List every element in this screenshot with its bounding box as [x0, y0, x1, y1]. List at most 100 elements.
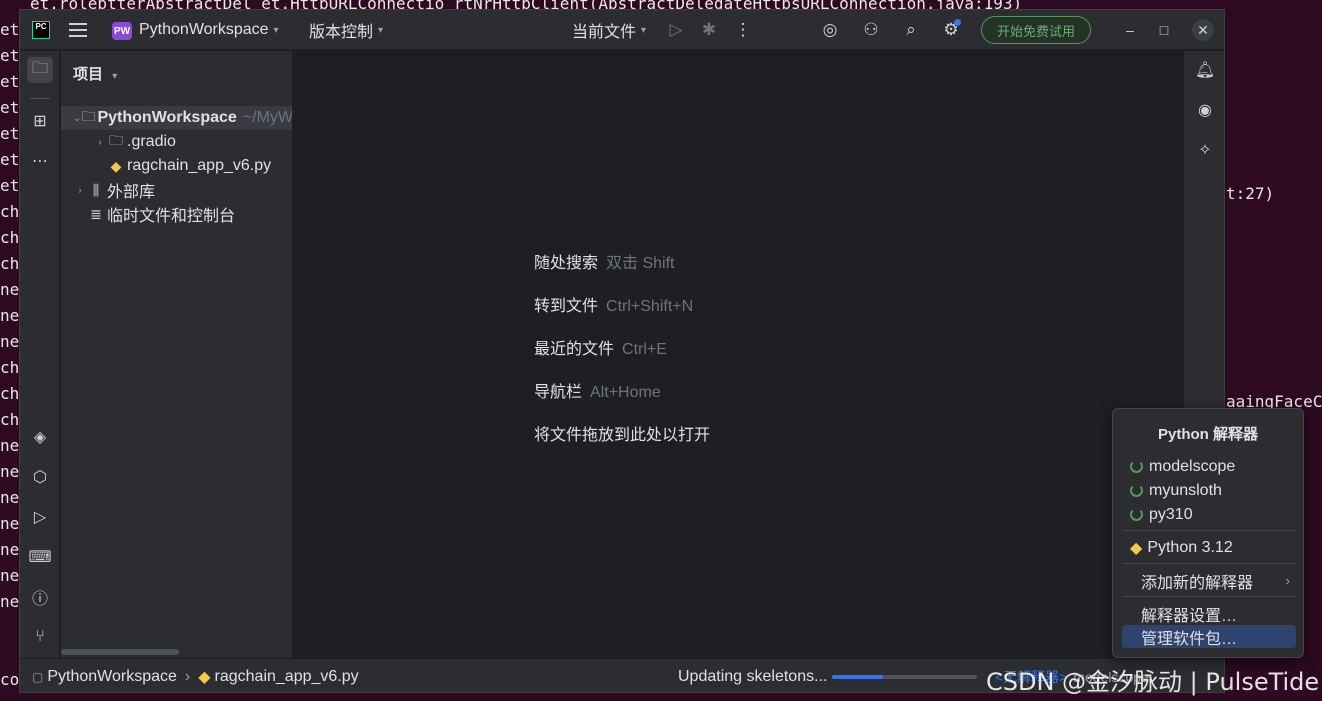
main-menu-button[interactable]	[68, 10, 88, 50]
tree-label: ragchain_app_v6.py	[127, 157, 272, 174]
env-item-myunsloth[interactable]: myunsloth	[1122, 479, 1296, 502]
hint-label: 转到文件	[534, 298, 599, 315]
ai-assistant-icon[interactable]: ◎	[818, 10, 842, 50]
tree-path-hint: ~/MyW	[242, 109, 293, 126]
python-packages-icon[interactable]: ◈	[27, 424, 53, 450]
search-icon[interactable]: ⌕	[899, 10, 923, 50]
settings-gear-icon[interactable]: ⚙	[939, 10, 963, 50]
tree-row-gradio[interactable]: › 🗀 .gradio	[61, 130, 176, 154]
ide-window: PC PW PythonWorkspace ▾ 版本控制 ▾ 当前文件 ▾ ▷ …	[19, 9, 1225, 693]
menu-bar-icon	[69, 23, 87, 25]
more-tools-icon[interactable]: ⋯	[27, 148, 53, 174]
project-tool-window: 项目 ▾ ⌄ 🗀 PythonWorkspace ~/MyW › 🗀 .grad…	[61, 51, 293, 658]
terminal-line: et	[0, 46, 20, 65]
strip-divider	[30, 98, 50, 99]
project-folder-icon[interactable]: 🗀	[27, 57, 53, 83]
folder-icon: 🗀	[109, 132, 123, 148]
python-file-icon: ◆	[198, 669, 211, 686]
maximize-button[interactable]: □	[1153, 19, 1175, 41]
chevron-down-icon: ▾	[378, 24, 384, 36]
project-selector[interactable]: PythonWorkspace ▾	[139, 10, 279, 50]
horizontal-scrollbar[interactable]	[61, 649, 179, 655]
structure-icon[interactable]: ⊞	[27, 108, 53, 134]
python-console-icon[interactable]: ⬡	[27, 464, 53, 490]
problems-icon[interactable]: ⓘ	[27, 584, 53, 610]
debug-icon[interactable]: ✱	[697, 10, 721, 50]
breadcrumb-file[interactable]: ragchain_app_v6.py	[215, 668, 359, 686]
terminal-right-line: t:27)	[1226, 184, 1275, 203]
popup-title: Python 解释器	[1158, 426, 1258, 443]
menu-label: 解释器设置…	[1141, 607, 1238, 625]
plugin-icon[interactable]: ✧	[1192, 137, 1218, 163]
hint-goto-file: 转到文件 Ctrl+Shift+N	[534, 292, 693, 316]
hint-drop-files: 将文件拖放到此处以打开	[534, 421, 710, 445]
terminal-icon[interactable]: ⌨	[27, 544, 53, 570]
more-actions-icon[interactable]: ⋮	[731, 10, 755, 50]
title-bar: PC PW PythonWorkspace ▾ 版本控制 ▾ 当前文件 ▾ ▷ …	[20, 10, 1224, 50]
vcs-label: 版本控制	[309, 24, 374, 41]
run-config-selector[interactable]: 当前文件 ▾	[572, 10, 646, 50]
terminal-line: et	[0, 72, 20, 91]
tree-label: 外部库	[107, 184, 156, 201]
chevron-down-icon: ▾	[273, 24, 279, 36]
project-badge[interactable]: PW	[112, 22, 132, 40]
chevron-collapsed-icon[interactable]: ›	[73, 185, 87, 196]
add-new-interpreter-item[interactable]: 添加新的解释器 ›	[1122, 569, 1296, 592]
terminal-line: et	[0, 124, 20, 143]
progress-bar[interactable]	[832, 675, 977, 679]
project-panel-title: 项目	[73, 66, 104, 83]
menu-label: 添加新的解释器	[1141, 574, 1254, 592]
loading-spinner-icon	[1130, 460, 1143, 473]
project-panel-header[interactable]: 项目 ▾	[73, 63, 117, 84]
progress-text[interactable]: Updating skeletons...	[678, 659, 827, 692]
module-icon: ▢	[32, 670, 44, 684]
loading-spinner-icon	[1130, 484, 1143, 497]
close-window-button[interactable]: ✕	[1192, 19, 1214, 41]
chevron-expanded-icon[interactable]: ⌄	[73, 113, 81, 124]
chevron-down-icon: ▾	[641, 24, 647, 36]
python-file-icon: ◆	[110, 157, 122, 174]
interpreter-settings-item[interactable]: 解释器设置…	[1122, 602, 1296, 625]
git-icon[interactable]: ⑂	[27, 624, 53, 650]
menu-bar-icon	[69, 29, 87, 31]
popup-divider	[1122, 530, 1296, 531]
hint-search-everywhere: 随处搜索 双击 Shift	[534, 249, 674, 273]
tree-row-root[interactable]: ⌄ 🗀 PythonWorkspace ~/MyW	[61, 106, 293, 130]
services-run-icon[interactable]: ▷	[27, 504, 53, 530]
current-file-label: 当前文件	[572, 24, 637, 41]
hint-label: 随处搜索	[534, 255, 599, 272]
breadcrumb[interactable]: ▢ PythonWorkspace › ◆ ragchain_app_v6.py	[32, 659, 359, 692]
popup-divider	[1122, 563, 1296, 564]
ai-chat-icon[interactable]: ◉	[1192, 97, 1218, 123]
chevron-right-icon: ›	[1285, 573, 1290, 588]
terminal-line: et	[0, 20, 20, 39]
minimize-button[interactable]: –	[1119, 19, 1141, 41]
csdn-watermark: CSDN @金汐脉动 | PulseTide	[986, 668, 1320, 696]
start-free-trial-button[interactable]: 开始免费试用	[981, 16, 1091, 44]
menu-bar-icon	[69, 35, 87, 37]
breadcrumb-project[interactable]: PythonWorkspace	[47, 668, 177, 686]
hint-label: 导航栏	[534, 384, 583, 401]
add-user-icon[interactable]: ⚇	[859, 10, 883, 50]
env-label: myunsloth	[1149, 481, 1222, 499]
run-icon[interactable]: ▷	[664, 10, 688, 50]
pycharm-logo-icon: PC	[32, 21, 50, 39]
hint-label: 最近的文件	[534, 341, 615, 358]
env-item-py310[interactable]: py310	[1122, 503, 1296, 526]
notifications-bell-icon[interactable]: 🔔︎	[1192, 57, 1218, 83]
terminal-line: nee	[0, 696, 29, 701]
hint-shortcut: Alt+Home	[590, 384, 661, 401]
chevron-collapsed-icon[interactable]: ›	[93, 137, 107, 148]
tree-row-scratches[interactable]: ≣ 临时文件和控制台	[61, 202, 235, 226]
manage-packages-item[interactable]: 管理软件包…	[1122, 625, 1296, 648]
env-label: modelscope	[1149, 457, 1236, 475]
tree-row-external-libs[interactable]: › ⫼ 外部库	[61, 178, 155, 202]
env-item-modelscope[interactable]: modelscope	[1122, 455, 1296, 478]
menu-label: 管理软件包…	[1141, 630, 1238, 648]
hint-navigation-bar: 导航栏 Alt+Home	[534, 378, 661, 402]
tree-row-py-file[interactable]: ◆ ragchain_app_v6.py	[61, 154, 272, 178]
python-interpreter-popup: Python 解释器 modelscope myunsloth py310 ◆ P…	[1112, 408, 1304, 658]
tree-label: .gradio	[127, 133, 176, 150]
vcs-menu[interactable]: 版本控制 ▾	[309, 10, 383, 50]
env-item-python312[interactable]: ◆ Python 3.12	[1122, 536, 1296, 559]
